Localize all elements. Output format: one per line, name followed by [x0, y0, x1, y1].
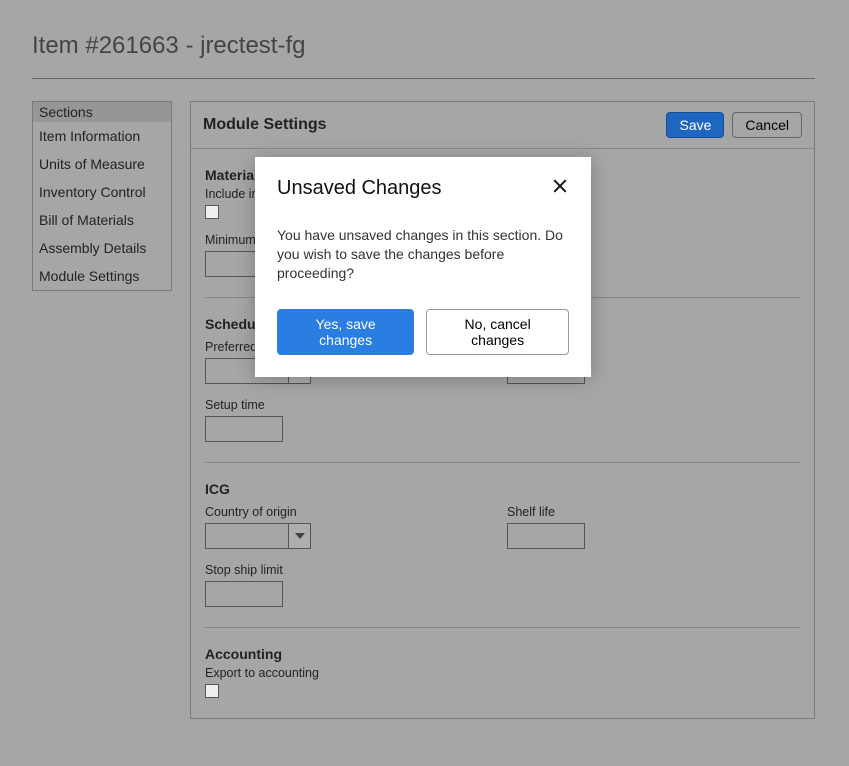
section-divider: [205, 462, 800, 463]
unsaved-changes-modal: Unsaved Changes You have unsaved changes…: [255, 157, 591, 377]
panel-title: Module Settings: [203, 116, 327, 134]
save-button[interactable]: Save: [666, 112, 724, 138]
checkbox-include-in[interactable]: [205, 205, 219, 219]
label-country-of-origin: Country of origin: [205, 505, 311, 519]
close-icon[interactable]: [551, 177, 569, 197]
select-country-of-origin[interactable]: [205, 523, 311, 549]
sidebar-item-assembly-details[interactable]: Assembly Details: [33, 234, 171, 262]
label-setup-time: Setup time: [205, 398, 800, 412]
sections-sidebar: Sections Item Information Units of Measu…: [32, 101, 172, 291]
cancel-button[interactable]: Cancel: [732, 112, 802, 138]
sidebar-item-item-information[interactable]: Item Information: [33, 122, 171, 150]
modal-body-text: You have unsaved changes in this section…: [277, 226, 567, 283]
sidebar-item-units-of-measure[interactable]: Units of Measure: [33, 150, 171, 178]
input-setup-time[interactable]: [205, 416, 283, 442]
chevron-down-icon: [288, 524, 310, 548]
checkbox-export-to-accounting[interactable]: [205, 684, 219, 698]
label-export-to-accounting: Export to accounting: [205, 666, 800, 680]
group-heading-icg: ICG: [205, 481, 800, 497]
label-stop-ship-limit: Stop ship limit: [205, 563, 800, 577]
modal-title: Unsaved Changes: [277, 177, 442, 200]
input-shelf-life[interactable]: [507, 523, 585, 549]
sidebar-item-inventory-control[interactable]: Inventory Control: [33, 178, 171, 206]
input-stop-ship-limit[interactable]: [205, 581, 283, 607]
section-divider: [205, 627, 800, 628]
yes-save-changes-button[interactable]: Yes, save changes: [277, 309, 414, 355]
sidebar-item-module-settings[interactable]: Module Settings: [33, 262, 171, 290]
title-divider: [32, 78, 815, 79]
label-shelf-life: Shelf life: [507, 505, 585, 519]
group-heading-accounting: Accounting: [205, 646, 800, 662]
sidebar-heading: Sections: [33, 102, 171, 122]
sidebar-item-bill-of-materials[interactable]: Bill of Materials: [33, 206, 171, 234]
page-title: Item #261663 - jrectest-fg: [32, 32, 815, 60]
no-cancel-changes-button[interactable]: No, cancel changes: [426, 309, 569, 355]
